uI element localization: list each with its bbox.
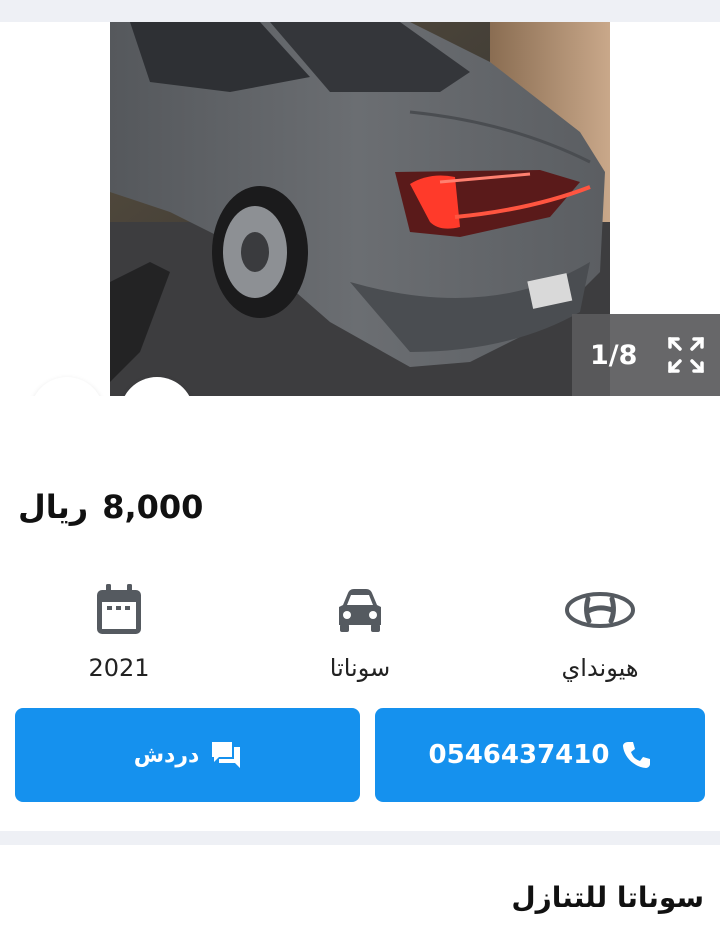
spec-model: سوناتا [260, 580, 460, 682]
chat-icon [212, 742, 241, 768]
car-photo-image [110, 22, 610, 396]
listing-details: ريال 8,000 2021 سوناتا هيونداي دردش 0546… [0, 396, 720, 831]
price-amount: 8,000 [102, 488, 204, 526]
price-currency: ريال [18, 488, 89, 526]
photo-counter-bar: 1/8 [572, 314, 720, 396]
year-label: 2021 [88, 654, 150, 682]
photo-gallery[interactable]: 1/8 [0, 22, 720, 451]
calendar-icon [97, 584, 141, 634]
hyundai-logo [565, 592, 635, 628]
top-bar [0, 0, 720, 22]
spec-year: 2021 [19, 580, 219, 682]
next-photo-button[interactable] [642, 177, 672, 207]
car-photo[interactable] [110, 22, 610, 396]
price: ريال 8,000 [18, 484, 203, 530]
phone-number: 0546437410 [428, 740, 610, 770]
chevron-left-icon [55, 181, 67, 203]
car-icon [339, 589, 381, 632]
chat-button[interactable]: دردش [15, 708, 360, 802]
chevron-right-icon [651, 181, 663, 203]
photo-counter: 1/8 [590, 339, 638, 371]
model-label: سوناتا [329, 654, 391, 682]
prev-photo-button[interactable] [46, 177, 76, 207]
spec-make: هيونداي [500, 580, 700, 682]
listing-title-card: سوناتا للتنازل [0, 845, 720, 947]
expand-icon[interactable] [666, 335, 706, 375]
call-button[interactable]: 0546437410 [375, 708, 705, 802]
make-label: هيونداي [561, 654, 639, 682]
listing-title: سوناتا للتنازل [511, 881, 704, 914]
chat-button-label: دردش [133, 742, 200, 768]
phone-icon [623, 742, 651, 768]
